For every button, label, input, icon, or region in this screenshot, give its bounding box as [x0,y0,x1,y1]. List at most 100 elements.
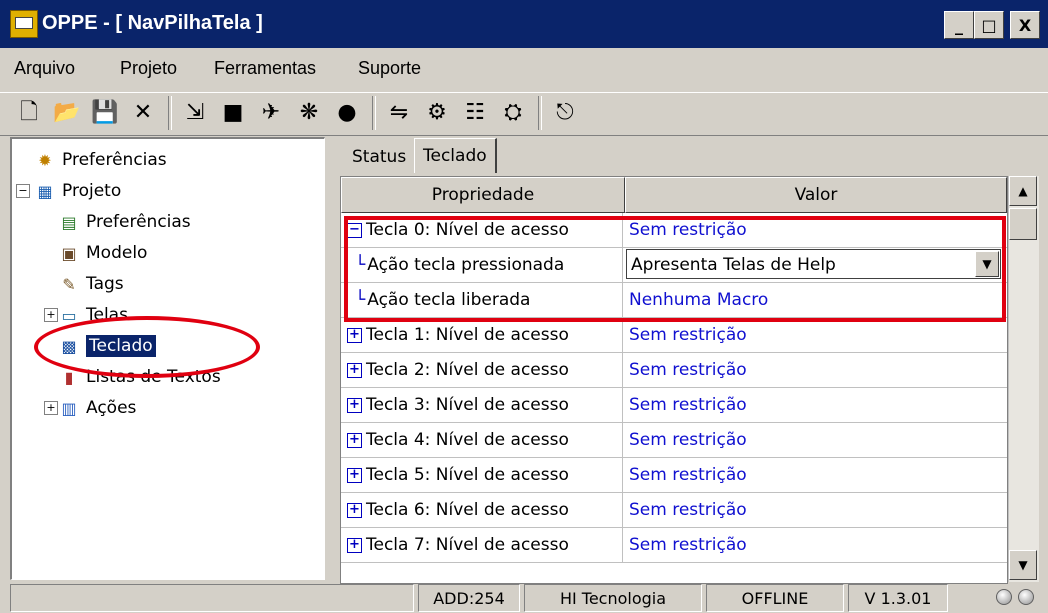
value-cell[interactable]: Sem restrição [625,528,1005,562]
menu-projeto[interactable]: Projeto [120,58,177,79]
model-icon: ▣ [61,243,77,263]
project-preferences-icon: ▤ [61,212,77,232]
select-value: Apresenta Telas de Help [631,255,836,275]
tree-item-prefer-ncias[interactable]: ▤ Preferências [58,207,191,237]
maximize-button[interactable]: □ [974,11,1004,39]
property-label: Tecla 3: Nível de acesso [366,395,569,415]
value-cell[interactable]: Sem restrição [625,318,1005,352]
tree-item-modelo[interactable]: ▣ Modelo [58,238,147,268]
status-led-1-icon [996,589,1012,605]
property-cell[interactable]: + Tecla 7: Nível de acesso [341,528,623,562]
project-icon: ▦ [37,181,53,201]
expand-icon[interactable]: + [44,401,58,415]
property-label: Tecla 6: Nível de acesso [366,500,569,520]
value-cell[interactable]: Sem restrição [625,458,1005,492]
status-address: ADD:254 [418,584,520,612]
property-cell[interactable]: + Tecla 3: Nível de acesso [341,388,623,422]
open-folder-icon[interactable]: 📂 [52,98,82,128]
scroll-thumb[interactable] [1009,208,1037,240]
property-cell[interactable]: + Tecla 5: Nível de acesso [341,458,623,492]
status-version: V 1.3.01 [848,584,948,612]
status-company: HI Tecnologia [524,584,702,612]
value-cell[interactable]: Sem restrição [625,353,1005,387]
expand-icon[interactable]: + [347,502,362,518]
toolbar-separator [538,96,542,130]
menu-arquivo[interactable]: Arquivo [14,58,75,79]
expand-icon[interactable]: + [347,537,362,553]
grid-row[interactable]: + Tecla 5: Nível de acesso Sem restrição [341,458,1007,493]
tree-item-label: Projeto [62,181,122,201]
tree-item-a-es[interactable]: + ▥ Ações [44,393,137,423]
save-icon[interactable]: 💾 [90,98,120,128]
value-cell[interactable]: Sem restrição [625,423,1005,457]
grid-row[interactable]: + Tecla 2: Nível de acesso Sem restrição [341,353,1007,388]
scroll-up-button[interactable]: ▲ [1009,176,1037,206]
property-label: Tecla 2: Nível de acesso [366,360,569,380]
expand-icon[interactable]: + [347,432,362,448]
toolbar-separator [372,96,376,130]
vertical-scrollbar[interactable]: ▲ ▼ [1008,176,1039,582]
menu-suporte[interactable]: Suporte [358,58,421,79]
tree-item-prefer-ncias[interactable]: ✹ Preferências [16,145,167,175]
tags-icon: ✎ [62,274,76,294]
close-button[interactable]: X [1010,11,1040,39]
scroll-down-button[interactable]: ▼ [1009,550,1037,580]
property-label: Tecla 4: Nível de acesso [366,430,569,450]
expand-icon[interactable]: + [347,467,362,483]
tree-item-label: Modelo [86,243,148,263]
header-valor[interactable]: Valor [625,177,1007,213]
property-label: Tecla 7: Nível de acesso [366,535,569,555]
device-icon[interactable]: ☷ [460,98,490,128]
compile-icon[interactable]: ■ [218,98,248,128]
property-cell[interactable]: + Tecla 2: Nível de acesso [341,353,623,387]
header-propriedade[interactable]: Propriedade [341,177,625,213]
toolbar-separator [168,96,172,130]
exit-icon[interactable]: ⎋ [550,98,580,128]
property-cell[interactable]: + Tecla 4: Nível de acesso [341,423,623,457]
app-icon [10,10,38,38]
value-cell[interactable]: Sem restrição [625,388,1005,422]
tree-item-tags[interactable]: ✎ Tags [58,269,124,299]
value-cell[interactable]: Sem restrição [625,493,1005,527]
import-icon[interactable]: ⇲ [180,98,210,128]
delete-icon[interactable]: ✕ [128,98,158,128]
record-icon[interactable]: ● [332,98,362,128]
grid-row[interactable]: + Tecla 1: Nível de acesso Sem restrição [341,318,1007,353]
highlight-ellipse [34,316,260,378]
search-icon[interactable]: ✈ [256,98,286,128]
status-connection: OFFLINE [706,584,844,612]
expand-icon[interactable]: + [347,327,362,343]
tree-item-label: Preferências [62,150,167,170]
grid-row[interactable]: + Tecla 6: Nível de acesso Sem restrição [341,493,1007,528]
tree-item-projeto[interactable]: − ▦ Projeto [16,176,121,206]
preferences-icon: ✹ [38,150,52,170]
connect-icon[interactable]: ⇋ [384,98,414,128]
action-select[interactable]: Apresenta Telas de Help ▼ [626,249,1001,279]
upload-icon[interactable]: ⛭ [498,98,528,128]
expand-icon[interactable]: + [44,308,58,322]
status-panel-empty [10,584,414,612]
collapse-icon[interactable]: − [16,184,30,198]
grid-row[interactable]: + Tecla 7: Nível de acesso Sem restrição [341,528,1007,563]
property-cell[interactable]: + Tecla 6: Nível de acesso [341,493,623,527]
download-icon[interactable]: ⚙ [422,98,452,128]
menu-ferramentas[interactable]: Ferramentas [214,58,316,79]
tab-teclado[interactable]: Teclado [414,138,497,173]
grid-row[interactable]: + Tecla 3: Nível de acesso Sem restrição [341,388,1007,423]
tree-item-label: Preferências [86,212,191,232]
property-label: Tecla 1: Nível de acesso [366,325,569,345]
chevron-down-icon[interactable]: ▼ [975,251,999,277]
tree-item-label: Tags [86,274,124,294]
expand-icon[interactable]: + [347,397,362,413]
actions-icon: ▥ [61,398,77,418]
new-file-icon[interactable]: 🗋 [14,98,44,128]
tree-item-label: Ações [86,398,137,418]
property-label: Tecla 5: Nível de acesso [366,465,569,485]
expand-icon[interactable]: + [347,362,362,378]
title-bar: OPPE - [ NavPilhaTela ] _ □ X [0,0,1048,48]
tab-status[interactable]: Status [344,141,414,173]
minimize-button[interactable]: _ [944,11,974,39]
property-cell[interactable]: + Tecla 1: Nível de acesso [341,318,623,352]
tree-icon[interactable]: ❋ [294,98,324,128]
grid-row[interactable]: + Tecla 4: Nível de acesso Sem restrição [341,423,1007,458]
